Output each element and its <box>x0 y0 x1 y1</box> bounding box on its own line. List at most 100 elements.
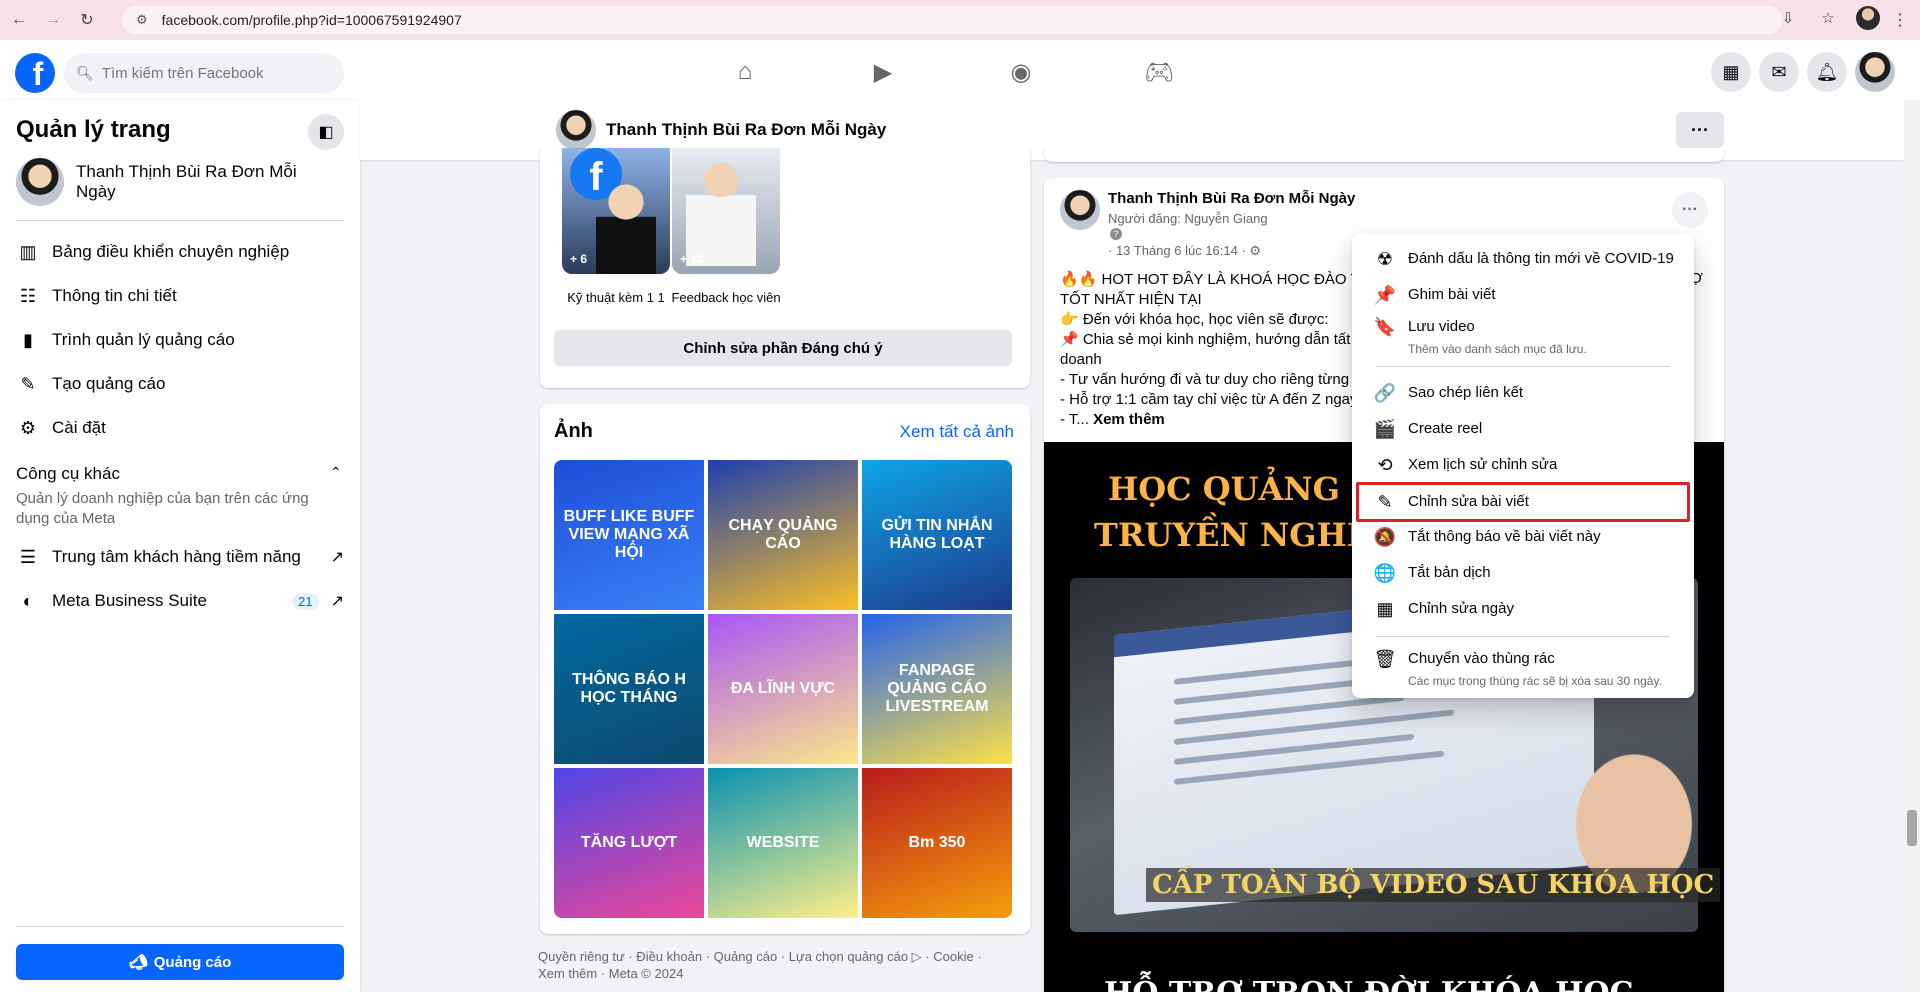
chevron-up-icon[interactable]: ⌃ <box>330 464 342 481</box>
photo-tile[interactable]: FANPAGE QUẢNG CÁO LIVESTREAM <box>862 614 1012 764</box>
messenger-icon[interactable]: ✉ <box>1759 52 1799 92</box>
other-tools-heading[interactable]: Công cụ khác <box>16 464 120 484</box>
photo-tile[interactable]: ĐA LĨNH VỰC <box>708 614 858 764</box>
menu-item-mark-covid-info[interactable]: ☢ Đánh dấu là thông tin mới về COVID-19 <box>1360 248 1686 270</box>
menu-item-view-edit-history[interactable]: ⟲ Xem lịch sử chỉnh sửa <box>1360 454 1686 476</box>
browser-toolbar: ← → ↻ ⚙ facebook.com/profile.php?id=1000… <box>0 0 1920 40</box>
photo-tile[interactable]: WEBSITE <box>708 768 858 918</box>
back-icon[interactable]: ← <box>4 5 34 35</box>
groups-icon[interactable]: ◉ <box>952 50 1090 94</box>
photo-tile[interactable]: Bm 350 <box>862 768 1012 918</box>
photo-tile[interactable]: GỬI TIN NHẮN HÀNG LOẠT <box>862 460 1012 610</box>
photos-title: Ảnh <box>554 420 593 442</box>
photo-tile[interactable]: TĂNG LƯỢT <box>554 768 704 918</box>
page-title[interactable]: Thanh Thịnh Bùi Ra Đơn Mỗi Ngày <box>606 120 886 140</box>
menu-item-move-to-trash[interactable]: 🗑 Chuyển vào thùng rác Các mục trong thùn… <box>1360 648 1686 692</box>
video-icon[interactable]: ▶ <box>814 50 952 94</box>
facebook-header: f 🔍︎ ⌂ ▶ ◉ 🎮︎ ▦ ✉ 🔔︎ <box>0 40 1920 100</box>
address-bar[interactable]: ⚙ facebook.com/profile.php?id=1000675919… <box>122 6 1782 34</box>
reload-icon[interactable]: ↻ <box>72 5 102 35</box>
footer-links[interactable]: Quyền riêng tư · Điều khoản · Quảng cáo … <box>538 948 1008 982</box>
sidebar-item-label: Cài đặt <box>52 418 106 437</box>
sidebar-item-professional-dashboard[interactable]: ▥ Bảng điều khiển chuyên nghiệp <box>16 232 344 272</box>
post-timestamp[interactable]: · 13 Tháng 6 lúc 16:14 · ⚙ <box>1108 243 1261 259</box>
bell-off-icon: 🔕 <box>1373 526 1397 547</box>
sidebar-item-settings[interactable]: ⚙ Cài đặt <box>16 408 344 448</box>
external-link-icon: ↗ <box>330 549 344 566</box>
post-author-name[interactable]: Thanh Thịnh Bùi Ra Đơn Mỗi Ngày <box>1108 190 1355 207</box>
notification-badge: 21 <box>292 592 319 610</box>
sidebar-item-label: Trung tâm khách hàng tiềm năng <box>52 547 301 566</box>
post-posted-by[interactable]: Người đăng: Nguyễn Giang <box>1108 211 1268 226</box>
pin-icon: 📌 <box>1373 284 1397 305</box>
ads-button[interactable]: 📣︎ Quảng cáo <box>16 944 344 980</box>
sidebar-item-label: Meta Business Suite <box>52 591 207 610</box>
photo-tile[interactable]: BUFF LIKE BUFF VIEW MẠNG XÃ HỘI <box>554 460 704 610</box>
page-scrollbar-track[interactable] <box>1904 100 1920 992</box>
edit-icon: ✎ <box>20 373 36 394</box>
edit-featured-button[interactable]: Chỉnh sửa phần Đáng chú ý <box>554 330 1012 366</box>
trash-icon: 🗑 <box>1373 648 1397 669</box>
home-icon[interactable]: ⌂ <box>676 50 814 94</box>
menu-item-turn-off-notifications[interactable]: 🔕 Tắt thông báo về bài viết này <box>1360 526 1686 548</box>
facebook-logo[interactable]: f <box>15 53 55 93</box>
page-avatar[interactable] <box>556 110 596 150</box>
post-author-avatar[interactable] <box>1060 190 1100 230</box>
search-box[interactable]: 🔍︎ <box>64 53 344 93</box>
browser-menu-icon[interactable]: ⋮ <box>1892 10 1908 30</box>
featured-story-1[interactable]: f + 6 <box>562 148 670 274</box>
sidebar-page-profile[interactable]: Thanh Thịnh Bùi Ra Đơn Mỗi Ngày <box>16 158 316 206</box>
sidebar-item-label: Thông tin chi tiết <box>52 286 177 305</box>
bookmark-star-icon[interactable]: ☆ <box>1816 6 1840 30</box>
sidebar-item-meta-business-suite[interactable]: ◐ Meta Business Suite 21 ↗ <box>16 581 344 621</box>
previous-post-bottom <box>1044 148 1724 162</box>
insights-icon: ☷ <box>19 285 37 306</box>
sidebar-item-ads-manager[interactable]: ▮ Trình quản lý quảng cáo <box>16 320 344 360</box>
sidebar-item-label: Tạo quảng cáo <box>52 374 166 393</box>
calendar-icon: ▦ <box>1376 598 1394 619</box>
site-settings-icon[interactable]: ⚙ <box>136 12 148 28</box>
see-all-photos-link[interactable]: Xem tất cả ảnh <box>900 422 1014 442</box>
menu-item-save-video[interactable]: 🔖 Lưu video Thêm vào danh sách mục đã lưu… <box>1360 316 1686 360</box>
menu-grid-icon[interactable]: ▦ <box>1711 52 1751 92</box>
sidebar-item-insights[interactable]: ☷ Thông tin chi tiết <box>16 276 344 316</box>
other-tools-description: Quản lý doanh nghiệp của bạn trên các ứn… <box>16 490 309 527</box>
photo-tile[interactable]: THÔNG BÁO H HỌC THÁNG <box>554 614 704 764</box>
menu-item-create-reel[interactable]: 🎬 Create reel <box>1360 418 1686 440</box>
notifications-icon[interactable]: 🔔︎ <box>1807 52 1847 92</box>
external-link-icon: ↗ <box>330 593 344 610</box>
search-input[interactable] <box>101 64 322 82</box>
gear-icon: ⚙ <box>19 417 37 438</box>
covid-info-icon: ☢ <box>1376 248 1394 269</box>
sidebar-title: Quản lý trang <box>16 116 171 143</box>
account-avatar[interactable] <box>1855 52 1895 92</box>
menu-item-edit-date[interactable]: ▦ Chỉnh sửa ngày <box>1360 598 1686 620</box>
info-icon[interactable]: ? <box>1110 228 1122 240</box>
dashboard-icon: ▥ <box>19 241 37 262</box>
sidebar-item-label: Bảng điều khiển chuyên nghiệp <box>52 242 290 261</box>
gaming-icon[interactable]: 🎮︎ <box>1090 50 1228 94</box>
url-text: facebook.com/profile.php?id=100067591924… <box>161 12 462 28</box>
menu-item-turn-off-translation[interactable]: 🌐 Tắt bản dịch <box>1360 562 1686 584</box>
page-avatar <box>16 158 64 206</box>
menu-item-pin-post[interactable]: 📌 Ghim bài viết <box>1360 284 1686 306</box>
photo-grid: BUFF LIKE BUFF VIEW MẠNG XÃ HỘI CHẠY QUẢN… <box>554 460 1012 918</box>
photo-tile[interactable]: CHẠY QUẢNG CÁO <box>708 460 858 610</box>
profile-avatar[interactable] <box>1856 6 1880 30</box>
see-more-link[interactable]: Xem thêm <box>1093 411 1165 428</box>
post-more-button[interactable]: ··· <box>1672 192 1708 228</box>
install-app-icon[interactable]: ⇩ <box>1776 6 1800 30</box>
menu-item-edit-post[interactable]: ✎ Chỉnh sửa bài viết <box>1356 482 1690 522</box>
collapse-sidebar-icon[interactable]: ◧ <box>308 114 344 150</box>
menu-item-copy-link[interactable]: 🔗 Sao chép liên kết <box>1360 382 1686 404</box>
page-scrollbar-thumb[interactable] <box>1907 810 1917 846</box>
sidebar-item-create-ad[interactable]: ✎ Tạo quảng cáo <box>16 364 344 404</box>
forward-icon[interactable]: → <box>38 5 68 35</box>
page-more-button[interactable]: ··· <box>1676 112 1724 148</box>
featured-story-2[interactable]: + 12 <box>672 148 780 274</box>
divider <box>16 220 344 221</box>
search-icon: 🔍︎ <box>76 64 94 81</box>
featured-story-caption: Feedback học viên <box>671 290 781 305</box>
sidebar-item-leads-center[interactable]: ☰ Trung tâm khách hàng tiềm năng ↗ <box>16 537 344 577</box>
contact-card-icon: ☰ <box>19 546 37 567</box>
